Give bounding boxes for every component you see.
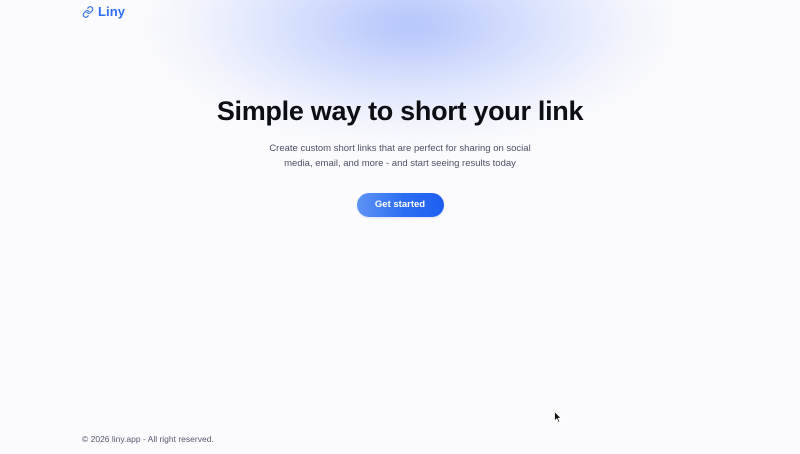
footer-copyright: © 2026 liny.app - All right reserved. (82, 434, 214, 444)
hero-title: Simple way to short your link (216, 96, 584, 126)
get-started-button[interactable]: Get started (356, 193, 444, 217)
header: Liny (82, 4, 125, 19)
brand-name: Liny (98, 4, 126, 19)
hero-subtitle: Create custom short links that are perfe… (269, 143, 531, 169)
logo-link[interactable]: Liny (82, 4, 125, 19)
link-icon (82, 5, 94, 18)
hero-section: Simple way to short your link Create cus… (0, 96, 800, 217)
mouse-cursor-icon (554, 411, 562, 423)
